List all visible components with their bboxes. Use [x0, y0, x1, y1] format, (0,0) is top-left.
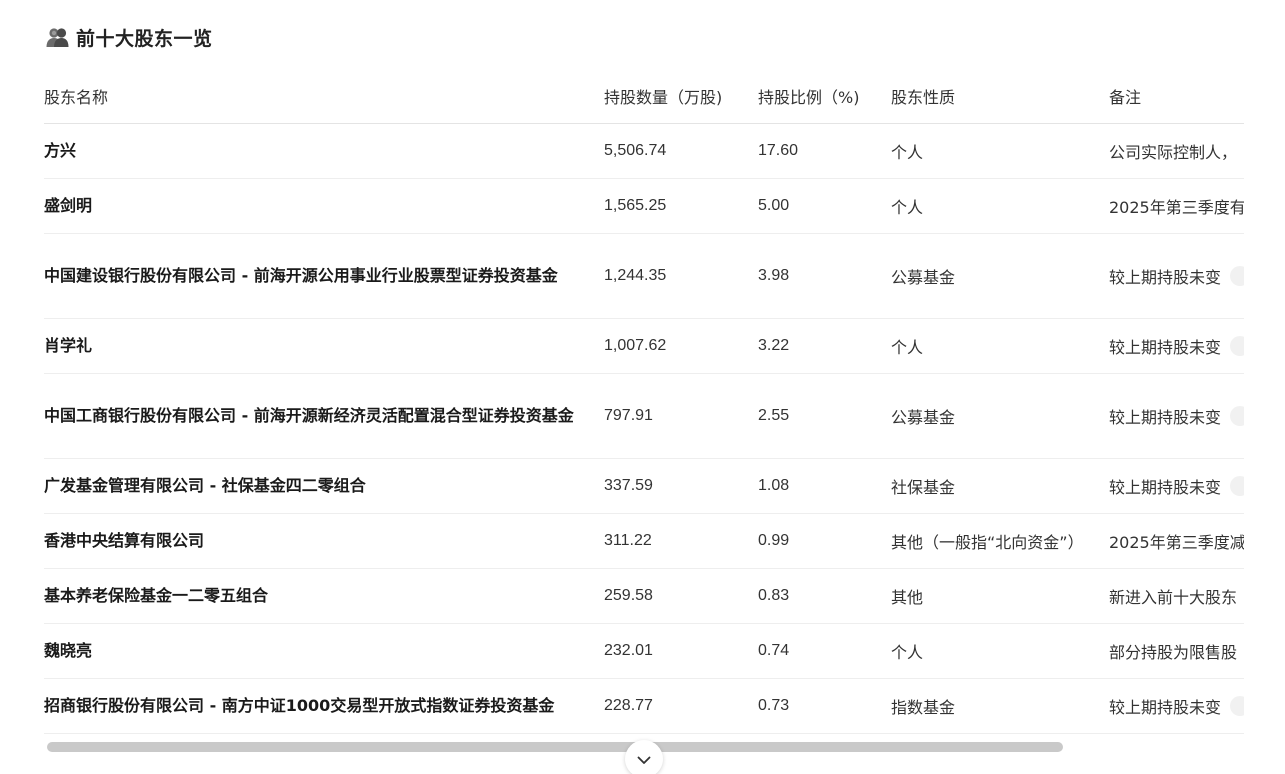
- shareholder-name: 基本养老保险基金一二零五组合: [44, 568, 604, 624]
- table-row: 方兴 5,506.74 17.60 个人 公司实际控制人，: [44, 123, 1244, 179]
- table-row: 广发基金管理有限公司 - 社保基金四二零组合 337.59 1.08 社保基金 …: [44, 458, 1244, 514]
- shareholder-name: 方兴: [44, 123, 604, 179]
- note-text: 2025年第三季度有: [1109, 198, 1244, 217]
- note-cell: 公司实际控制人，: [1109, 123, 1244, 179]
- note-cell: 新进入前十大股东: [1109, 568, 1244, 624]
- share-ratio: 2.55: [758, 373, 891, 459]
- note-text: 新进入前十大股东: [1109, 588, 1238, 607]
- chevron-down-icon: [637, 750, 651, 769]
- info-badge-icon[interactable]: [1230, 336, 1244, 356]
- shareholder-type: 个人: [891, 318, 1109, 374]
- table-row: 中国建设银行股份有限公司 - 前海开源公用事业行业股票型证券投资基金 1,244…: [44, 233, 1244, 319]
- share-ratio: 0.74: [758, 623, 891, 679]
- shareholders-page: 前十大股东一览 股东名称 持股数量（万股) 持股比例（%) 股东性质 备注 方兴…: [0, 0, 1285, 774]
- table-row: 盛剑明 1,565.25 5.00 个人 2025年第三季度有: [44, 178, 1244, 234]
- note-text: 较上期持股未变: [1109, 268, 1222, 287]
- shareholder-name: 招商银行股份有限公司 - 南方中证1000交易型开放式指数证券投资基金: [44, 678, 604, 734]
- note-cell: 2025年第三季度有: [1109, 178, 1244, 234]
- share-quantity: 1,565.25: [604, 178, 758, 234]
- share-quantity: 259.58: [604, 568, 758, 624]
- share-ratio: 1.08: [758, 458, 891, 514]
- column-header-note: 备注: [1109, 68, 1244, 124]
- table-row: 肖学礼 1,007.62 3.22 个人 较上期持股未变: [44, 318, 1244, 374]
- table-row: 基本养老保险基金一二零五组合 259.58 0.83 其他 新进入前十大股东: [44, 568, 1244, 624]
- share-ratio: 0.83: [758, 568, 891, 624]
- table-row: 招商银行股份有限公司 - 南方中证1000交易型开放式指数证券投资基金 228.…: [44, 678, 1244, 734]
- share-quantity: 1,007.62: [604, 318, 758, 374]
- note-text: 较上期持股未变: [1109, 338, 1222, 357]
- note-cell: 较上期持股未变: [1109, 458, 1244, 514]
- note-text: 较上期持股未变: [1109, 408, 1222, 427]
- column-header-ratio: 持股比例（%): [758, 68, 891, 124]
- info-badge-icon[interactable]: [1230, 696, 1244, 716]
- note-cell: 较上期持股未变: [1109, 373, 1244, 459]
- note-cell: 较上期持股未变: [1109, 678, 1244, 734]
- shareholder-name: 香港中央结算有限公司: [44, 513, 604, 569]
- share-quantity: 232.01: [604, 623, 758, 679]
- share-ratio: 3.22: [758, 318, 891, 374]
- shareholder-type: 个人: [891, 623, 1109, 679]
- note-cell: 2025年第三季度减: [1109, 513, 1244, 569]
- info-badge-icon[interactable]: [1230, 266, 1244, 286]
- shareholder-type: 公募基金: [891, 373, 1109, 459]
- share-ratio: 0.73: [758, 678, 891, 734]
- shareholder-type: 公募基金: [891, 233, 1109, 319]
- shareholders-icon: [46, 27, 69, 48]
- column-header-quantity: 持股数量（万股): [604, 68, 758, 124]
- share-quantity: 797.91: [604, 373, 758, 459]
- share-ratio: 5.00: [758, 178, 891, 234]
- note-text: 公司实际控制人，: [1109, 143, 1238, 162]
- table-row: 香港中央结算有限公司 311.22 0.99 其他（一般指“北向资金”） 202…: [44, 513, 1244, 569]
- column-header-name: 股东名称: [44, 68, 604, 124]
- shareholders-table-container[interactable]: 股东名称 持股数量（万股) 持股比例（%) 股东性质 备注 方兴 5,506.7…: [44, 68, 1244, 740]
- note-text: 部分持股为限售股: [1109, 643, 1238, 662]
- share-ratio: 0.99: [758, 513, 891, 569]
- shareholders-table: 股东名称 持股数量（万股) 持股比例（%) 股东性质 备注 方兴 5,506.7…: [44, 68, 1244, 734]
- info-badge-icon[interactable]: [1230, 406, 1244, 426]
- info-badge-icon[interactable]: [1230, 476, 1244, 496]
- section-title: 前十大股东一览: [76, 27, 213, 50]
- share-ratio: 17.60: [758, 123, 891, 179]
- shareholder-type: 个人: [891, 178, 1109, 234]
- section-header: 前十大股东一览: [46, 22, 213, 52]
- column-header-type: 股东性质: [891, 68, 1109, 124]
- shareholder-name: 魏晓亮: [44, 623, 604, 679]
- table-row: 魏晓亮 232.01 0.74 个人 部分持股为限售股: [44, 623, 1244, 679]
- shareholder-name: 中国建设银行股份有限公司 - 前海开源公用事业行业股票型证券投资基金: [44, 233, 604, 319]
- share-quantity: 5,506.74: [604, 123, 758, 179]
- note-cell: 较上期持股未变: [1109, 318, 1244, 374]
- table-row: 中国工商银行股份有限公司 - 前海开源新经济灵活配置混合型证券投资基金 797.…: [44, 373, 1244, 459]
- shareholder-type: 指数基金: [891, 678, 1109, 734]
- shareholder-name: 广发基金管理有限公司 - 社保基金四二零组合: [44, 458, 604, 514]
- note-cell: 较上期持股未变: [1109, 233, 1244, 319]
- note-text: 较上期持股未变: [1109, 698, 1222, 717]
- share-quantity: 337.59: [604, 458, 758, 514]
- shareholder-name: 盛剑明: [44, 178, 604, 234]
- expand-button[interactable]: [625, 740, 663, 774]
- shareholder-name: 肖学礼: [44, 318, 604, 374]
- note-text: 较上期持股未变: [1109, 478, 1222, 497]
- share-quantity: 1,244.35: [604, 233, 758, 319]
- shareholder-type: 个人: [891, 123, 1109, 179]
- shareholder-type: 其他（一般指“北向资金”）: [891, 513, 1109, 569]
- note-cell: 部分持股为限售股: [1109, 623, 1244, 679]
- shareholder-type: 社保基金: [891, 458, 1109, 514]
- shareholder-type: 其他: [891, 568, 1109, 624]
- scrollbar-thumb[interactable]: [47, 742, 1063, 752]
- share-quantity: 311.22: [604, 513, 758, 569]
- shareholder-name: 中国工商银行股份有限公司 - 前海开源新经济灵活配置混合型证券投资基金: [44, 373, 604, 459]
- share-ratio: 3.98: [758, 233, 891, 319]
- share-quantity: 228.77: [604, 678, 758, 734]
- table-header-row: 股东名称 持股数量（万股) 持股比例（%) 股东性质 备注: [44, 68, 1244, 124]
- note-text: 2025年第三季度减: [1109, 533, 1244, 552]
